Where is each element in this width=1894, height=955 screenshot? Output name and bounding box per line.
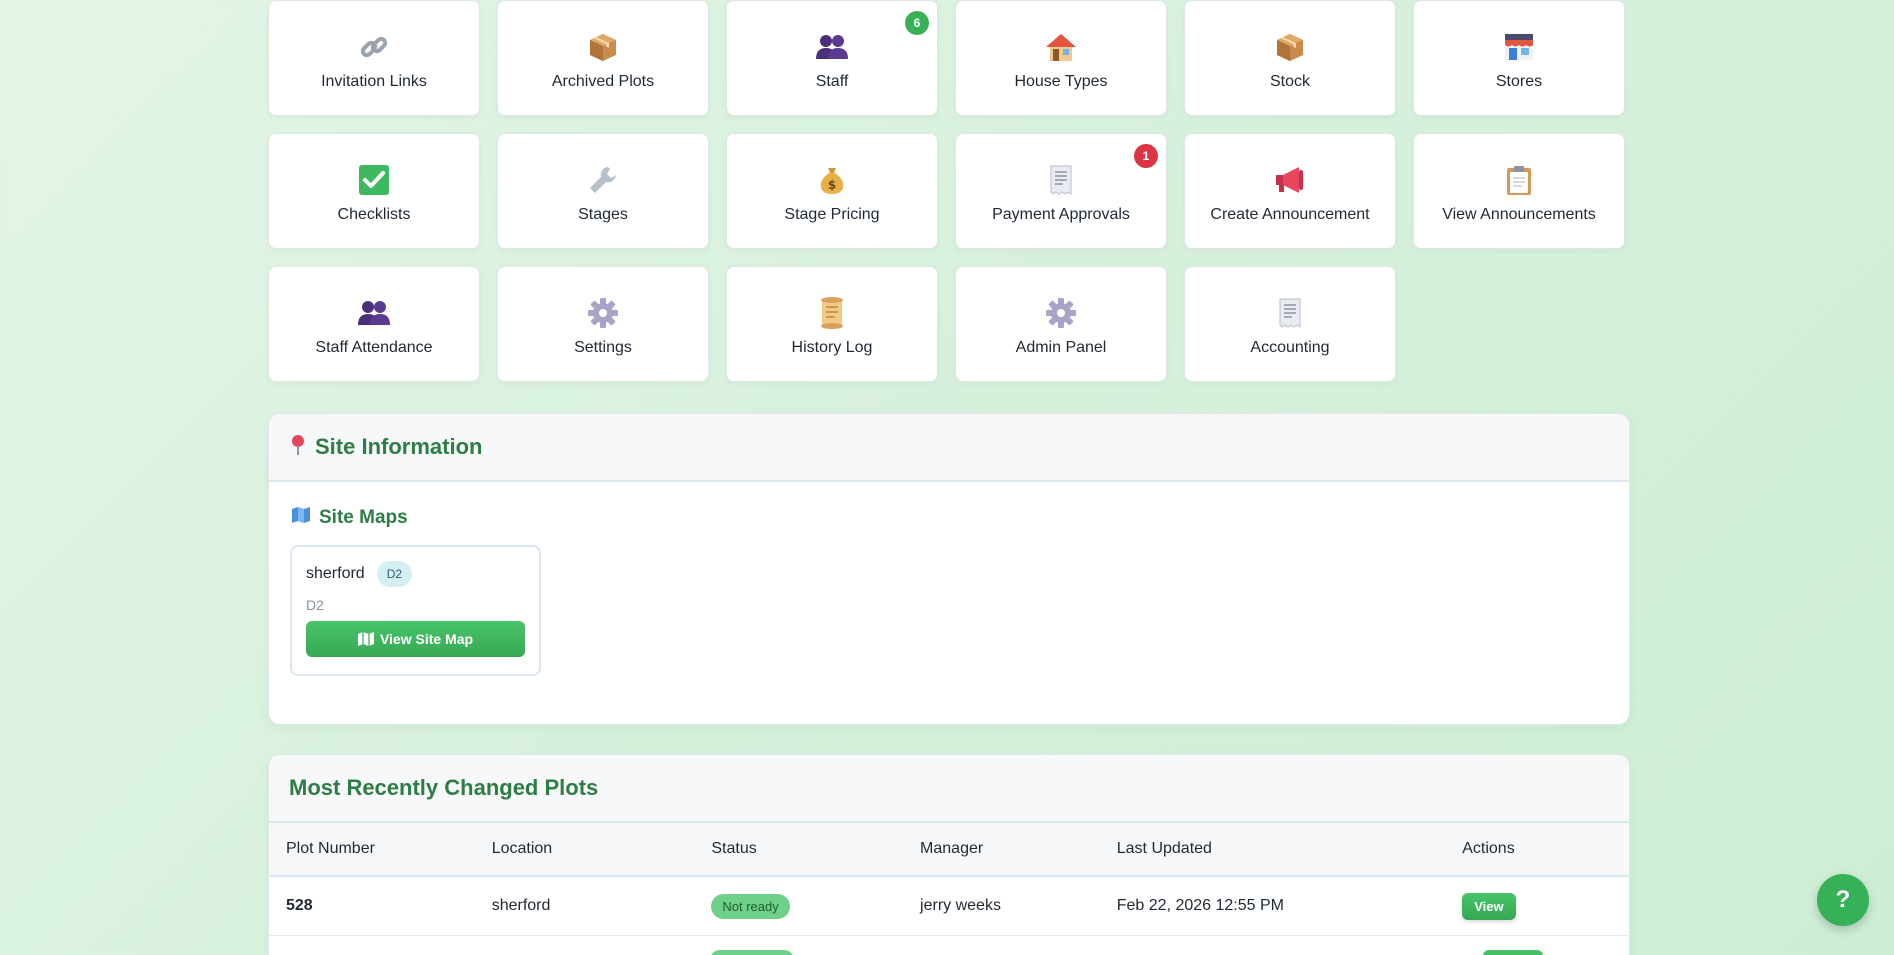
column-header: Actions — [1462, 840, 1515, 857]
tile-view-announcements[interactable]: View Announcements — [1413, 133, 1625, 249]
quick-links-grid: Invitation Links Archived Plots 6 Staff … — [268, 0, 1630, 382]
plot-number-cell: 528 — [286, 897, 313, 914]
site-maps-heading: Site Maps — [291, 506, 1629, 529]
view-plot-button-partial[interactable] — [1483, 950, 1543, 955]
tile-archived-plots[interactable]: Archived Plots — [497, 0, 709, 116]
tile-label: Admin Panel — [1015, 339, 1107, 356]
tile-invitation-links[interactable]: Invitation Links — [268, 0, 480, 116]
view-plot-button[interactable]: View — [1462, 892, 1516, 920]
receipt-icon — [1272, 295, 1308, 331]
tile-stock[interactable]: Stock — [1184, 0, 1396, 116]
store-icon — [1501, 29, 1537, 65]
recent-plots-title: Most Recently Changed Plots — [289, 775, 599, 800]
tile-label: View Announcements — [1442, 206, 1596, 223]
tile-label: Checklists — [337, 206, 411, 223]
view-site-map-button[interactable]: View Site Map — [306, 621, 525, 657]
wrench-icon — [585, 162, 621, 198]
tile-label: Archived Plots — [551, 73, 655, 90]
tile-admin-panel[interactable]: Admin Panel — [955, 266, 1167, 382]
tile-label: House Types — [1014, 73, 1108, 90]
tile-history-log[interactable]: History Log — [726, 266, 938, 382]
money-bag-icon: $ — [814, 162, 850, 198]
tile-label: Stages — [578, 206, 628, 223]
tile-label: History Log — [791, 339, 873, 356]
svg-text:$: $ — [828, 178, 836, 192]
column-header[interactable]: Plot Number — [269, 840, 492, 858]
tile-create-announcement[interactable]: Create Announcement — [1184, 133, 1396, 249]
view-site-map-label: View Site Map — [379, 631, 474, 647]
people-icon — [356, 295, 392, 331]
recent-plots-card: Most Recently Changed Plots Plot Number … — [268, 754, 1630, 955]
tile-label: Staff — [815, 73, 849, 90]
tile-label: Settings — [574, 339, 632, 356]
tile-house-types[interactable]: House Types — [955, 0, 1167, 116]
gear-icon — [585, 295, 621, 331]
site-map-name: sherford — [306, 565, 365, 582]
tile-label: Stock — [1269, 73, 1310, 90]
notification-badge: 6 — [905, 11, 929, 35]
tile-label: Staff Attendance — [315, 339, 433, 356]
megaphone-icon — [1272, 162, 1308, 198]
column-header[interactable]: Last Updated — [1117, 840, 1462, 858]
tile-stage-pricing[interactable]: $ Stage Pricing — [726, 133, 938, 249]
receipt-icon — [1043, 162, 1079, 198]
house-icon — [1043, 29, 1079, 65]
table-row: 528 sherford Not ready jerry weeks Feb 2… — [269, 877, 1629, 936]
table-row-partial — [269, 936, 1629, 955]
tile-label: Accounting — [1250, 339, 1330, 356]
package-icon — [585, 29, 621, 65]
column-header[interactable]: Location — [492, 840, 712, 858]
clipboard-icon — [1501, 162, 1537, 198]
tile-label: Stores — [1495, 73, 1543, 90]
site-map-pill: D2 — [376, 561, 413, 587]
tile-accounting[interactable]: Accounting — [1184, 266, 1396, 382]
site-information-header: Site Information — [269, 414, 1629, 482]
checkbox-icon — [356, 162, 392, 198]
last-updated-cell: Feb 22, 2026 12:55 PM — [1116, 897, 1284, 914]
tile-stores[interactable]: Stores — [1413, 0, 1625, 116]
site-maps-title: Site Maps — [319, 506, 408, 528]
status-badge-partial — [710, 950, 794, 955]
recent-plots-header: Most Recently Changed Plots — [269, 755, 1629, 823]
notification-badge: 1 — [1134, 144, 1158, 168]
site-information-title: Site Information — [315, 434, 483, 459]
table-header: Plot Number Location Status Manager Last… — [269, 823, 1629, 877]
tile-stages[interactable]: Stages — [497, 133, 709, 249]
pin-icon — [289, 434, 307, 461]
column-header[interactable]: Manager — [920, 840, 1117, 858]
site-map-subtitle: D2 — [306, 597, 324, 613]
tile-checklists[interactable]: Checklists — [268, 133, 480, 249]
map-icon — [291, 506, 311, 529]
tile-settings[interactable]: Settings — [497, 266, 709, 382]
manager-cell: jerry weeks — [920, 897, 1001, 914]
tile-label: Create Announcement — [1210, 206, 1370, 223]
location-cell: sherford — [491, 897, 551, 914]
tile-staff-attendance[interactable]: Staff Attendance — [268, 266, 480, 382]
status-badge: Not ready — [711, 893, 790, 919]
tile-label: Payment Approvals — [992, 206, 1130, 223]
column-header[interactable]: Status — [711, 840, 920, 858]
help-button[interactable]: ? — [1817, 874, 1869, 926]
package-icon — [1272, 29, 1308, 65]
scroll-icon — [814, 295, 850, 331]
site-information-card: Site Information Site Maps sherford D2 D… — [268, 413, 1630, 725]
people-icon — [814, 29, 850, 65]
tile-payment-approvals[interactable]: 1 Payment Approvals — [955, 133, 1167, 249]
tile-staff[interactable]: 6 Staff — [726, 0, 938, 116]
tile-label: Invitation Links — [321, 73, 427, 90]
site-map-card: sherford D2 D2 View Site Map — [290, 545, 541, 676]
link-icon — [356, 29, 392, 65]
gear-icon — [1043, 295, 1079, 331]
map-icon — [357, 632, 374, 646]
tile-label: Stage Pricing — [784, 206, 880, 223]
